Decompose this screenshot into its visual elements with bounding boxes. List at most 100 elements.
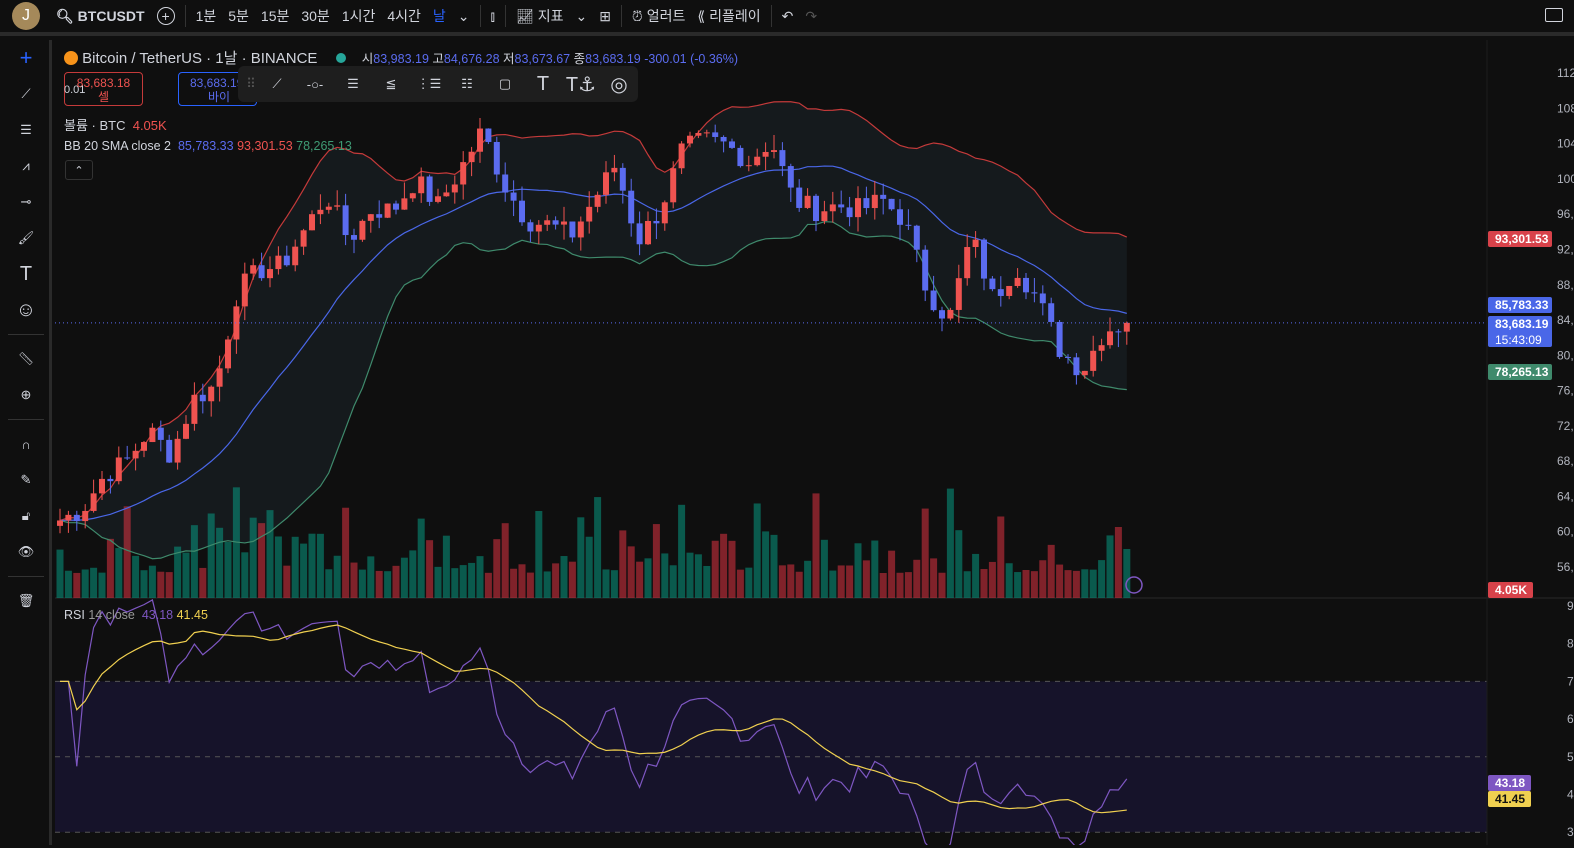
interval-15m[interactable]: 15분 <box>255 0 295 34</box>
volume-bar <box>358 569 366 598</box>
price-tick: 84,000.00 <box>1557 313 1574 327</box>
lock-tool[interactable]: 🔓︎ <box>0 498 52 534</box>
volume-bar <box>1098 560 1106 598</box>
candle-body <box>1081 370 1088 376</box>
rectangle-icon[interactable]: ▢ <box>486 76 524 92</box>
replay-button[interactable]: ⟪ 리플레이 <box>691 0 766 34</box>
symbol-title[interactable]: Bitcoin / TetherUS · 1날 · BINANCE <box>82 50 317 67</box>
brush-tool[interactable]: 🖌︎ <box>0 220 52 256</box>
rsi-value: 43.18 <box>141 608 174 622</box>
delete-tool[interactable]: 🗑︎ <box>0 583 52 619</box>
divider <box>8 576 44 577</box>
undo-button[interactable]: ↶ <box>776 0 800 34</box>
candle-body <box>519 200 525 223</box>
chart-canvas[interactable]: 112,000.00 108,000.00 104,000.00 100,000.00… <box>55 40 1574 848</box>
trendline-icon[interactable]: ⟋ <box>258 76 296 92</box>
measure-tool[interactable]: 📏︎ <box>0 341 52 377</box>
interval-1d[interactable]: 날 <box>427 0 452 34</box>
rsi-label[interactable]: RSI <box>64 608 85 622</box>
flat-top-icon[interactable]: ⋮☰ <box>410 76 448 92</box>
volume-bar <box>1014 572 1022 598</box>
disjoint-channel-icon[interactable]: ☷ <box>448 76 486 92</box>
candle-body <box>216 368 223 387</box>
candle-body <box>813 195 819 222</box>
forecast-tool[interactable]: ⊸ <box>0 184 52 220</box>
volume-label[interactable]: 볼륨 · BTC <box>64 118 125 133</box>
avatar[interactable]: J <box>12 2 40 30</box>
interval-1m[interactable]: 1분 <box>190 0 223 34</box>
interval-5m[interactable]: 5분 <box>222 0 255 34</box>
fib-tool[interactable]: ☰ <box>0 112 52 148</box>
close-label: 종 <box>573 52 586 66</box>
volume-bar <box>568 561 576 598</box>
chart-type-button[interactable]: ⫾ <box>485 0 501 34</box>
collapse-legend-button[interactable]: ⌃ <box>65 160 93 180</box>
crosshair-tool[interactable]: + <box>0 40 52 76</box>
stay-drawing-tool[interactable]: ✎ <box>0 462 52 498</box>
volume-bar <box>241 552 249 598</box>
chart-area[interactable]: 112,000.00 108,000.00 104,000.00 100,000.00… <box>55 40 1574 848</box>
volume-bar <box>535 511 543 598</box>
candle-body <box>594 194 601 207</box>
candle-body <box>796 187 803 208</box>
volume-bar <box>972 553 980 598</box>
indicators-dropdown[interactable]: ⌄ <box>569 0 593 34</box>
candle-body <box>771 150 777 152</box>
text-icon[interactable]: T <box>524 73 562 96</box>
regression-icon[interactable]: ≦ <box>372 76 410 92</box>
add-symbol-button[interactable]: + <box>151 0 181 34</box>
candle-body <box>460 162 467 185</box>
interval-1h[interactable]: 1시간 <box>336 0 382 34</box>
rsi-tick: 70.00 <box>1567 674 1574 688</box>
divider <box>8 419 44 420</box>
emoji-tool[interactable]: ☺ <box>0 292 52 328</box>
volume-bar <box>1114 526 1122 598</box>
pencil-lock-icon: ✎ <box>20 472 32 487</box>
horizontal-ray-icon[interactable]: -○- <box>296 77 334 92</box>
indicators-button[interactable]: 📈︎ 지표 <box>510 0 569 34</box>
candle-body <box>939 310 945 319</box>
bb-upper-value: 93,301.53 <box>237 139 293 153</box>
candle-body <box>561 221 567 225</box>
anchored-text-icon[interactable]: T⚓︎ <box>562 72 600 97</box>
hide-tool[interactable]: 👁︎ <box>0 534 52 570</box>
candle-body <box>855 198 861 218</box>
candle-body <box>762 151 769 157</box>
alert-button[interactable]: ⏰︎ 얼러트 <box>626 0 691 34</box>
fullscreen-button[interactable] <box>1545 8 1563 22</box>
candle-body <box>149 427 156 443</box>
zoom-tool[interactable]: ⊕ <box>0 377 52 413</box>
volume-bar <box>434 566 442 598</box>
drag-handle-icon[interactable]: ⠿ <box>244 76 258 92</box>
volume-bar <box>291 536 299 598</box>
candle-body <box>1023 277 1029 293</box>
symbol-search[interactable]: 🔍︎ BTCUSDT <box>50 0 151 34</box>
parallel-channel-icon[interactable]: ☰ <box>334 76 372 92</box>
magnet-tool[interactable]: ∩ <box>0 426 52 462</box>
text-tool[interactable]: T <box>0 256 52 292</box>
interval-dropdown[interactable]: ⌄ <box>452 0 476 34</box>
volume-bar <box>946 488 954 598</box>
volume-bar <box>274 536 282 598</box>
indicators-label: 지표 <box>537 8 564 24</box>
interval-4h[interactable]: 4시간 <box>381 0 427 34</box>
volume-bar <box>308 533 316 598</box>
candle-body <box>712 132 719 137</box>
candle-body <box>82 510 89 522</box>
layouts-button[interactable]: ⊞ <box>593 0 617 34</box>
redo-button[interactable]: ↷ <box>799 0 823 34</box>
bb-upper-tag: 93,301.53 <box>1488 231 1552 247</box>
candle-body <box>1065 356 1071 358</box>
volume-bar <box>602 569 610 598</box>
trendline-tool[interactable]: ⟋ <box>0 76 52 112</box>
interval-30m[interactable]: 30분 <box>295 0 335 34</box>
circle-icon[interactable]: ◎ <box>600 72 638 97</box>
candle-body <box>779 150 786 167</box>
bb-legend: BB 20 SMA close 2 85,783.33 93,301.53 78… <box>64 139 352 153</box>
bb-label[interactable]: BB 20 SMA close 2 <box>64 139 171 153</box>
candle-body <box>745 165 752 167</box>
pattern-tool[interactable]: ⩘ <box>0 148 52 184</box>
volume-bar <box>1030 571 1038 598</box>
pattern-icon: ⩘ <box>22 158 30 173</box>
volume-bar <box>795 571 803 598</box>
